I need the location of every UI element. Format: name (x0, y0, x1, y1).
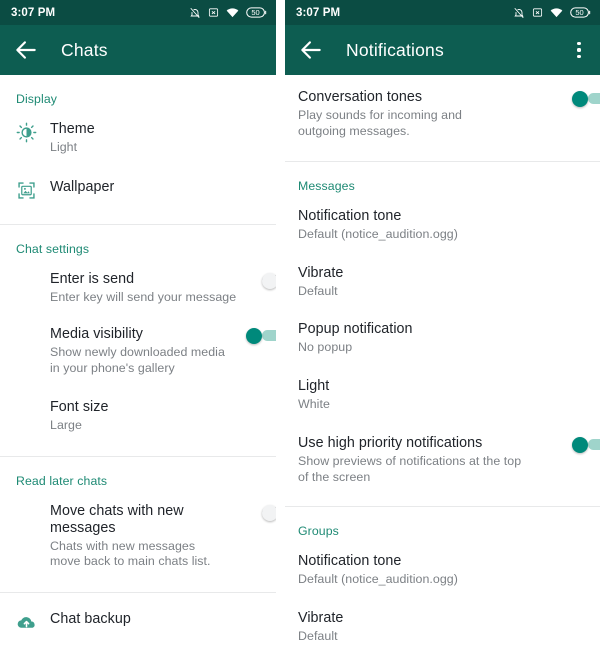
settings-row-subtitle: Show newly downloaded media in your phon… (50, 345, 225, 375)
settings-row-conversation-tones[interactable]: Conversation tones Play sounds for incom… (285, 75, 600, 148)
wallpaper-icon (16, 179, 50, 201)
settings-row-subtitle: Large (50, 418, 82, 432)
settings-row-enter-is-send[interactable]: Enter is send Enter key will send your m… (0, 262, 276, 315)
settings-row-subtitle: Show previews of notifications at the to… (298, 454, 522, 484)
settings-row-title: Conversation tones (298, 89, 423, 105)
settings-row-move-chats[interactable]: Move chats with new messages Chats with … (0, 494, 276, 579)
screen-separator (276, 0, 285, 650)
settings-row-title: Font size (50, 399, 109, 415)
battery-level-label: 50 (251, 8, 260, 17)
wifi-icon (226, 7, 239, 18)
toggle-move-chats[interactable] (252, 503, 276, 521)
settings-row-title: Vibrate (298, 609, 344, 626)
cloud-upload-icon (16, 611, 50, 633)
settings-row-messages-notification-tone[interactable]: Notification tone Default (notice_auditi… (285, 199, 600, 252)
row-leading-spacer (16, 503, 50, 504)
settings-row-subtitle: Light (50, 140, 78, 154)
battery-icon: 50 (246, 7, 267, 18)
settings-row-subtitle: Default (298, 628, 338, 643)
settings-row-subtitle: White (298, 396, 330, 411)
chats-settings-list: Display Theme Light Wallpaper Chat setti… (0, 75, 276, 650)
brightness-icon (16, 121, 50, 143)
settings-row-subtitle: Default (notice_audition.ogg) (298, 572, 458, 586)
page-title-chats: Chats (61, 39, 108, 60)
overflow-menu-icon[interactable] (566, 37, 592, 63)
back-arrow-icon[interactable] (13, 37, 39, 63)
app-bar-right: Notifications (285, 25, 600, 75)
toggle-high-priority[interactable] (572, 435, 600, 453)
page-title-notifications: Notifications (346, 39, 444, 60)
notifications-settings-list: Conversation tones Play sounds for incom… (285, 75, 600, 650)
settings-row-wallpaper[interactable]: Wallpaper (0, 165, 276, 210)
row-leading-spacer (16, 271, 50, 272)
settings-row-high-priority[interactable]: Use high priority notifications Show pre… (285, 421, 600, 494)
toggle-conversation-tones[interactable] (572, 89, 600, 107)
chats-settings-screen: 3:07 PM 50 Chats Display Theme Light Wal… (0, 0, 276, 650)
status-bar-right: 3:07 PM 50 (285, 0, 600, 25)
settings-row-messages-vibrate[interactable]: Vibrate Default (285, 252, 600, 309)
settings-row-light[interactable]: Light White (285, 365, 600, 422)
alarm-off-icon (513, 7, 525, 19)
settings-row-title: Wallpaper (50, 178, 115, 195)
section-header-chat-settings: Chat settings (16, 241, 90, 256)
section-header-read-later-chats: Read later chats (16, 473, 108, 488)
toggle-enter-is-send[interactable] (252, 271, 276, 289)
settings-row-title: Notification tone (298, 208, 402, 224)
app-bar-left: Chats (0, 25, 276, 75)
settings-row-popup-notification[interactable]: Popup notification No popup (285, 308, 600, 365)
settings-row-subtitle: Play sounds for incoming and outgoing me… (298, 108, 462, 138)
screenshot-icon (532, 7, 543, 18)
settings-row-groups-vibrate[interactable]: Vibrate Default (285, 597, 600, 650)
settings-row-title: Use high priority notifications (298, 435, 483, 451)
settings-row-title: Popup notification (298, 321, 413, 337)
status-bar-left: 3:07 PM 50 (0, 0, 276, 25)
settings-row-font-size[interactable]: Font size Large (0, 385, 276, 443)
settings-row-groups-notification-tone[interactable]: Notification tone Default (notice_auditi… (285, 544, 600, 597)
settings-row-chat-history[interactable]: Chat history (0, 642, 276, 650)
settings-row-title: Chat backup (50, 610, 131, 627)
settings-row-subtitle: Enter key will send your message (50, 289, 237, 304)
row-leading-spacer (16, 326, 50, 327)
settings-row-subtitle: No popup (298, 340, 353, 354)
settings-row-title: Theme (50, 121, 95, 137)
settings-row-media-visibility[interactable]: Media visibility Show newly downloaded m… (0, 314, 276, 385)
dual-screenshot-container: 3:07 PM 50 Chats Display Theme Light Wal… (0, 0, 600, 650)
status-icon-group: 50 (513, 7, 591, 19)
row-leading-spacer (16, 399, 50, 400)
wifi-icon (550, 7, 563, 18)
alarm-off-icon (189, 7, 201, 19)
settings-row-subtitle: Chats with new messages move back to mai… (50, 538, 211, 569)
settings-row-subtitle: Default (notice_audition.ogg) (298, 227, 458, 241)
settings-row-title: Media visibility (50, 326, 143, 342)
section-header-messages: Messages (298, 179, 355, 193)
section-header-groups: Groups (298, 524, 339, 538)
settings-row-theme[interactable]: Theme Light (0, 112, 276, 165)
settings-row-title: Light (298, 377, 330, 394)
settings-row-chat-backup[interactable]: Chat backup (0, 593, 276, 642)
notifications-settings-screen: 3:07 PM 50 Notifications Conversation to… (285, 0, 600, 650)
toggle-media-visibility[interactable] (246, 326, 276, 344)
back-arrow-icon[interactable] (298, 37, 324, 63)
settings-row-title: Notification tone (298, 553, 402, 569)
battery-icon: 50 (570, 7, 591, 18)
status-time: 3:07 PM (296, 6, 341, 19)
settings-row-title: Move chats with new messages (50, 502, 184, 536)
status-time: 3:07 PM (11, 6, 56, 19)
settings-row-subtitle: Default (298, 283, 338, 298)
screenshot-icon (208, 7, 219, 18)
section-header-display: Display (16, 92, 58, 106)
settings-row-title: Enter is send (50, 270, 135, 287)
status-icon-group: 50 (189, 7, 267, 19)
settings-row-title: Vibrate (298, 264, 344, 281)
battery-level-label: 50 (575, 8, 584, 17)
